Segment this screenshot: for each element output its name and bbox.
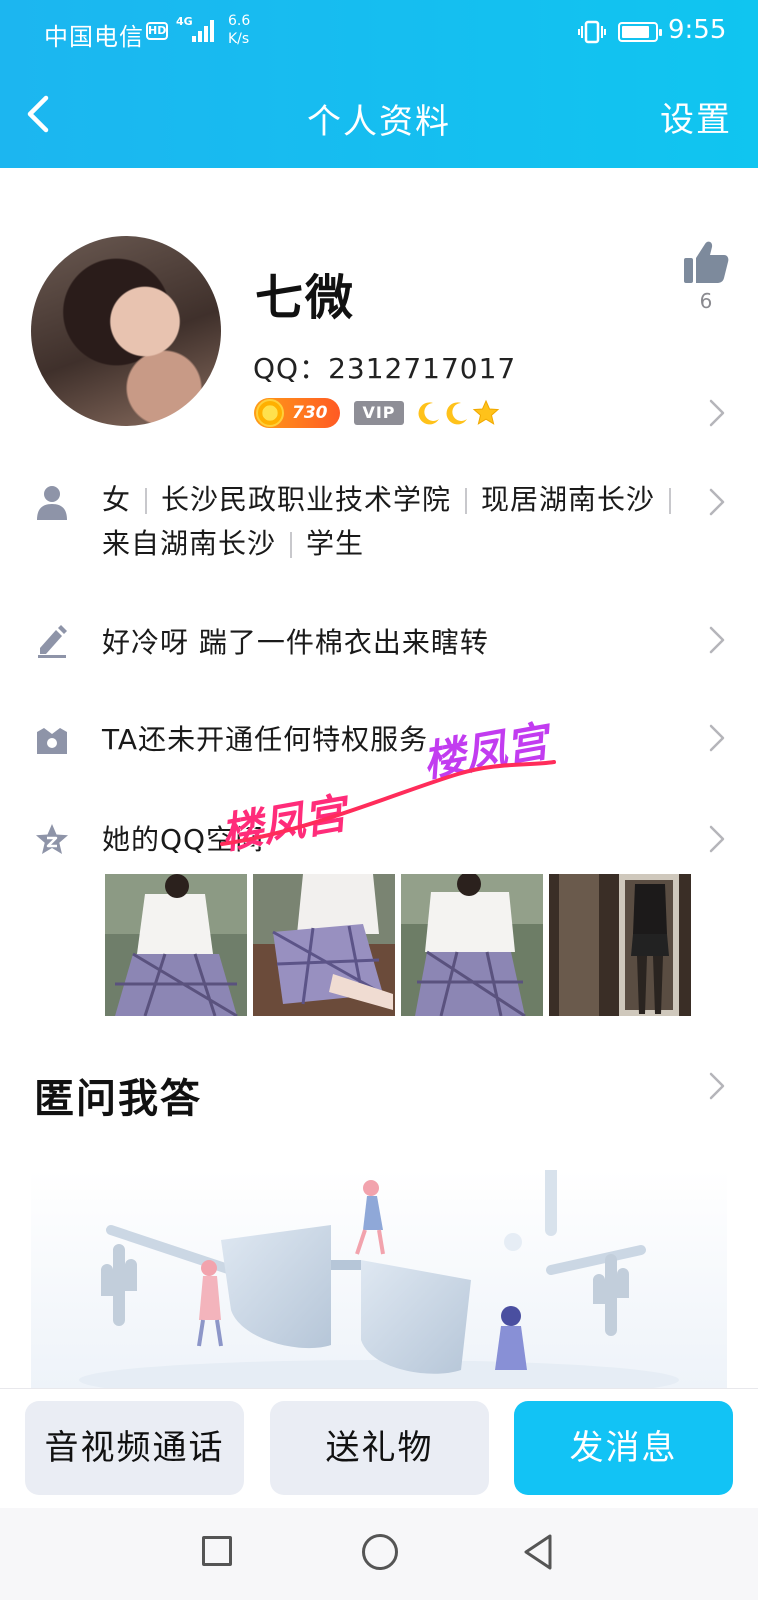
clock: 9:55 xyxy=(668,15,727,45)
chevron-right-icon[interactable] xyxy=(708,824,726,854)
qzone-photo[interactable] xyxy=(105,874,247,1016)
send-message-button[interactable]: 发消息 xyxy=(514,1401,733,1495)
pencil-icon xyxy=(38,625,67,658)
qa-illustration xyxy=(31,1170,727,1388)
net-speed-unit: K/s xyxy=(228,31,250,47)
signal-icon xyxy=(192,20,216,42)
vip-badge[interactable]: VIP xyxy=(354,401,404,425)
battery-fill xyxy=(622,26,649,38)
thumbs-up-icon[interactable] xyxy=(683,240,729,284)
basic-info[interactable]: 女长沙民政职业技术学院 现居湖南长沙 来自湖南长沙 学生 xyxy=(102,478,702,566)
av-call-button[interactable]: 音视频通话 xyxy=(25,1401,244,1495)
action-bar: 音视频通话 送礼物 发消息 xyxy=(0,1388,758,1508)
hd-badge: HD xyxy=(146,22,168,40)
signature[interactable]: 好冷呀 踹了一件棉衣出来瞎转 xyxy=(102,621,489,665)
hometown: 来自湖南长沙 xyxy=(102,527,277,560)
net-speed: 6.6 K/s xyxy=(228,12,250,48)
chevron-right-icon[interactable] xyxy=(708,398,726,428)
qq-number-value: 2312717017 xyxy=(328,352,517,385)
recent-apps-button[interactable] xyxy=(202,1536,232,1566)
page-title: 个人资料 xyxy=(307,102,451,142)
home-button[interactable] xyxy=(362,1534,398,1570)
occupation: 学生 xyxy=(306,527,365,560)
chevron-right-icon[interactable] xyxy=(708,487,726,517)
qq-number: QQ：2312717017 xyxy=(253,347,516,387)
level-badge[interactable]: 730 xyxy=(254,398,340,428)
status-bar: 中国电信 HD 4G 6.6 K/s 9:55 xyxy=(0,0,758,64)
nav-back-button[interactable] xyxy=(520,1532,556,1572)
net-speed-value: 6.6 xyxy=(228,13,251,29)
current-city: 现居湖南长沙 xyxy=(481,483,656,516)
chevron-right-icon[interactable] xyxy=(708,625,726,655)
battery-icon xyxy=(618,22,662,42)
chevron-right-icon[interactable] xyxy=(708,723,726,753)
nickname: 七微 xyxy=(255,270,356,326)
coin-icon xyxy=(256,399,284,427)
avatar[interactable] xyxy=(31,236,221,426)
qzone-photo[interactable] xyxy=(253,874,395,1016)
network-generation: 4G xyxy=(176,15,193,28)
level-value: 730 xyxy=(292,403,328,423)
qa-section-title[interactable]: 匿问我答 xyxy=(34,1066,202,1124)
title-bar: 个人资料 设置 xyxy=(0,64,758,168)
vibrate-icon xyxy=(578,20,606,44)
carrier-name: 中国电信 xyxy=(44,23,144,51)
person-icon xyxy=(37,486,67,520)
qzone-photo[interactable] xyxy=(401,874,543,1016)
watermark-stroke xyxy=(220,760,556,846)
moon-icon xyxy=(418,402,439,425)
like-count: 6 xyxy=(699,289,713,313)
qq-label: QQ： xyxy=(253,352,329,385)
moon-icon xyxy=(446,402,467,425)
system-nav-bar xyxy=(0,1508,758,1600)
school: 长沙民政职业技术学院 xyxy=(161,483,452,516)
star-icon xyxy=(472,399,500,425)
send-gift-button[interactable]: 送礼物 xyxy=(270,1401,489,1495)
header: 中国电信 HD 4G 6.6 K/s 9:55 个人资料 设置 xyxy=(0,0,758,168)
qzone-photo[interactable] xyxy=(549,874,691,1016)
settings-button[interactable]: 设置 xyxy=(660,92,732,141)
gender: 女 xyxy=(102,483,132,516)
crown-badge-icon xyxy=(37,728,67,754)
qzone-star-icon xyxy=(36,824,68,854)
chevron-right-icon[interactable] xyxy=(708,1071,726,1101)
